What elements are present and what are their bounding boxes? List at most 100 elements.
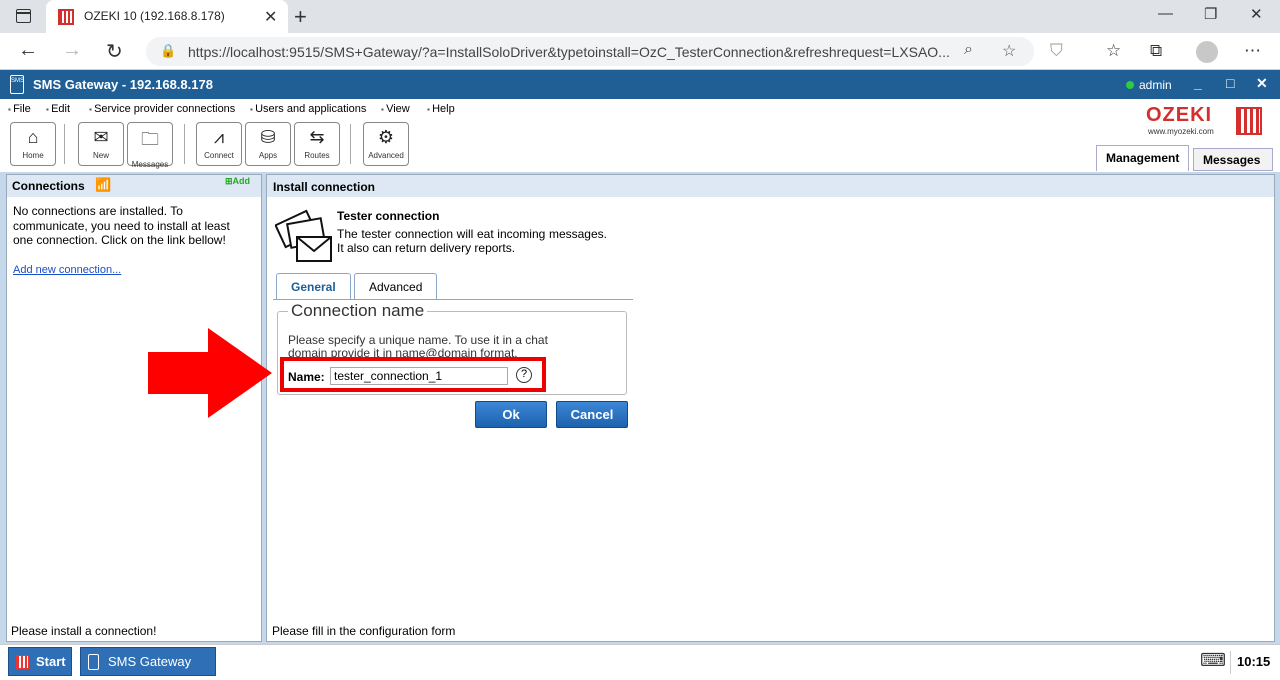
- plus-icon: ⊞: [225, 176, 233, 186]
- lock-icon[interactable]: 🔒: [160, 43, 176, 59]
- menu-edit[interactable]: Edit: [46, 103, 70, 115]
- logo-site: www.myozeki.com: [1148, 127, 1214, 136]
- cancel-button[interactable]: Cancel: [556, 401, 628, 428]
- connection-type-description: The tester connection will eat incoming …: [337, 227, 607, 255]
- profile-avatar[interactable]: [1196, 41, 1218, 63]
- address-bar-row: ← → ↻ 🔒 https://localhost:9515/SMS+Gatew…: [0, 33, 1280, 70]
- user-name[interactable]: admin: [1139, 78, 1172, 92]
- home-label: Home: [22, 151, 44, 160]
- tab-management[interactable]: Management: [1096, 145, 1190, 171]
- tab-underline: [273, 299, 633, 300]
- connection-type-title: Tester connection: [337, 209, 440, 223]
- logo-text: OZEKI: [1146, 104, 1213, 126]
- new-message-icon: ✉: [93, 127, 109, 147]
- online-status-icon: [1126, 81, 1134, 89]
- zoom-icon[interactable]: ⌕: [964, 41, 973, 59]
- toolbar-separator: [64, 124, 65, 164]
- folder-icon: 🗀: [141, 129, 159, 149]
- connections-header: Connections 📶 ⊞Add: [7, 175, 261, 197]
- app-minimize-icon[interactable]: _: [1194, 75, 1202, 91]
- close-window-icon[interactable]: ✕: [1250, 5, 1263, 23]
- new-tab-icon[interactable]: +: [294, 4, 307, 30]
- tab-general[interactable]: General: [276, 273, 351, 300]
- toolbar-separator: [350, 124, 351, 164]
- home-icon: ⌂: [27, 127, 39, 147]
- taskbar-app-label: SMS Gateway: [108, 654, 192, 669]
- menu-help[interactable]: Help: [427, 103, 455, 115]
- messages-button[interactable]: 🗀 Messages: [127, 122, 173, 169]
- url-field[interactable]: 🔒 https://localhost:9515/SMS+Gateway/?a=…: [146, 37, 1034, 66]
- minimize-icon[interactable]: —: [1158, 5, 1173, 22]
- fieldset-legend: Connection name: [288, 301, 428, 321]
- database-icon: ⛁: [260, 127, 276, 147]
- ozeki-start-icon: [16, 655, 29, 669]
- sms-gateway-taskbar-icon: [88, 654, 99, 670]
- advanced-button[interactable]: ⚙ Advanced: [363, 122, 409, 166]
- start-label: Start: [36, 654, 66, 669]
- connections-icon: 📶: [95, 177, 112, 192]
- add-label: Add: [232, 176, 251, 186]
- restore-icon[interactable]: ❐: [1204, 5, 1217, 23]
- add-connection-button[interactable]: ⊞Add: [225, 176, 250, 187]
- app-maximize-icon[interactable]: □: [1226, 75, 1234, 91]
- clock: 10:15: [1230, 651, 1276, 674]
- ok-button[interactable]: Ok: [475, 401, 547, 428]
- back-icon[interactable]: ←: [18, 39, 38, 62]
- menu-file[interactable]: File: [8, 103, 31, 115]
- forward-icon[interactable]: →: [62, 39, 82, 62]
- toolbar-separator: [184, 124, 185, 164]
- tab-title: OZEKI 10 (192.168.8.178): [84, 9, 225, 23]
- home-button[interactable]: ⌂ Home: [10, 122, 56, 166]
- no-connections-message: No connections are installed. To communi…: [13, 204, 230, 247]
- favorite-add-icon[interactable]: ☆: [1002, 41, 1016, 61]
- install-connection-title: Install connection: [273, 180, 376, 194]
- new-label: New: [92, 151, 109, 160]
- app-title: SMS Gateway - 192.168.8.178: [33, 77, 213, 92]
- start-button[interactable]: Start: [8, 647, 72, 676]
- browser-tab[interactable]: OZEKI 10 (192.168.8.178) ✕: [46, 0, 288, 33]
- red-arrow-annotation: [148, 328, 272, 418]
- menu-view[interactable]: View: [381, 103, 410, 115]
- menu-toolbar-area: File Edit Service provider connections U…: [0, 99, 1280, 172]
- new-button[interactable]: ✉ New: [78, 122, 124, 166]
- install-status: Please fill in the configuration form: [272, 624, 456, 638]
- ozeki-favicon-icon: [58, 9, 74, 25]
- browser-tab-bar: OZEKI 10 (192.168.8.178) ✕ + — ❐ ✕: [0, 0, 1280, 33]
- tab-actions-icon[interactable]: [16, 9, 31, 23]
- menu-users-and-applications[interactable]: Users and applications: [250, 103, 366, 115]
- app-close-icon[interactable]: ✕: [1256, 75, 1268, 92]
- tab-close-icon[interactable]: ✕: [264, 7, 277, 27]
- connections-title: Connections: [12, 179, 85, 193]
- envelopes-icon: [275, 209, 332, 262]
- app-title-bar: SMS SMS Gateway - 192.168.8.178 admin _ …: [0, 70, 1280, 99]
- highlight-box-annotation: [280, 357, 546, 392]
- install-connection-panel: Install connection Tester connection The…: [266, 174, 1275, 642]
- favorites-icon[interactable]: ☆: [1106, 41, 1121, 61]
- tab-advanced[interactable]: Advanced: [354, 273, 438, 299]
- messages-label: Messages: [131, 160, 169, 169]
- connect-button[interactable]: ⩘ Connect: [196, 122, 242, 166]
- apps-label: Apps: [258, 151, 278, 160]
- url-text[interactable]: https://localhost:9515/SMS+Gateway/?a=In…: [188, 44, 950, 60]
- taskbar-sms-gateway[interactable]: SMS Gateway: [80, 647, 216, 676]
- taskbar: Start SMS Gateway ⌨ 10:15: [0, 644, 1280, 680]
- refresh-icon[interactable]: ↻: [106, 39, 123, 64]
- ozeki-building-icon: [1236, 107, 1262, 135]
- menu-service-provider-connections[interactable]: Service provider connections: [89, 103, 235, 115]
- routes-button[interactable]: ⇆ Routes: [294, 122, 340, 166]
- routes-label: Routes: [304, 151, 330, 160]
- keyboard-icon[interactable]: ⌨: [1200, 650, 1226, 671]
- add-new-connection-link[interactable]: Add new connection...: [13, 264, 121, 276]
- advanced-label: Advanced: [368, 151, 404, 160]
- ozeki-logo: OZEKI www.myozeki.com: [1146, 104, 1262, 136]
- connect-label: Connect: [204, 151, 234, 160]
- sms-gateway-icon: SMS: [10, 75, 24, 94]
- tab-messages[interactable]: Messages: [1193, 148, 1273, 171]
- antenna-icon: ⩘: [213, 127, 225, 147]
- collections-icon[interactable]: ⧉: [1150, 41, 1162, 61]
- apps-button[interactable]: ⛁ Apps: [245, 122, 291, 166]
- shield-icon[interactable]: ⛉: [1050, 41, 1063, 61]
- more-options-icon[interactable]: ⋯: [1244, 41, 1261, 61]
- gear-icon: ⚙: [377, 127, 395, 147]
- install-connection-header: Install connection: [267, 175, 1274, 197]
